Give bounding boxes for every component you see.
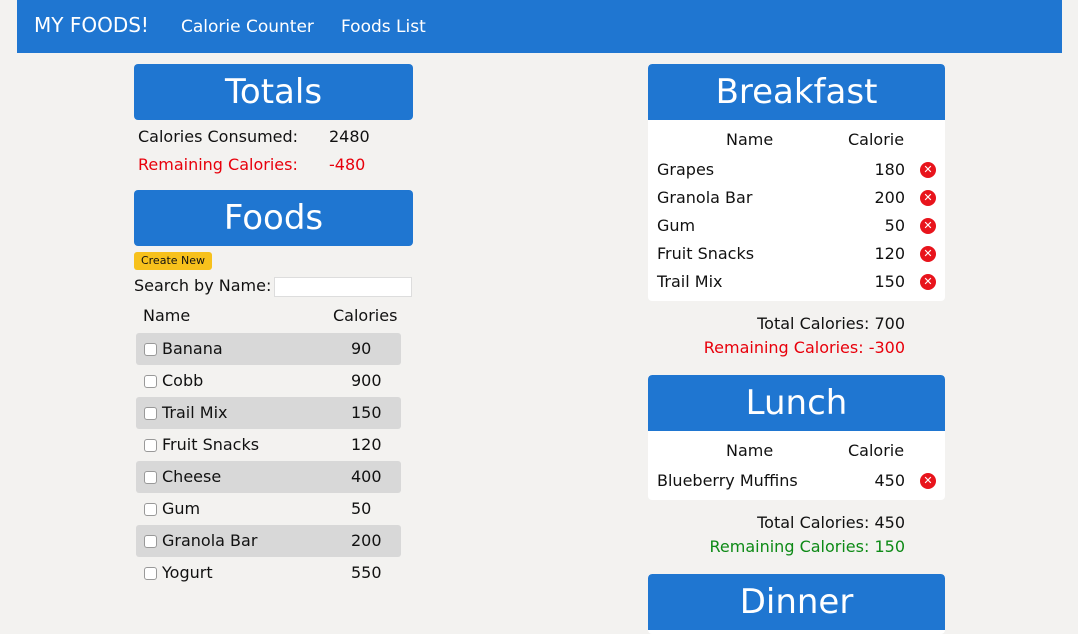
lunch-total-calories: Total Calories: 450 xyxy=(757,513,905,532)
delete-circle-icon[interactable]: ✕ xyxy=(920,274,936,290)
delete-circle-icon[interactable]: ✕ xyxy=(920,162,936,178)
meal-food-calories: 120 xyxy=(874,244,905,263)
checkbox-icon[interactable] xyxy=(144,471,157,484)
meal-food-name: Grapes xyxy=(657,160,715,179)
lunch-remaining-calories: Remaining Calories: 150 xyxy=(709,537,905,556)
checkbox-icon[interactable] xyxy=(144,439,157,452)
breakfast-name-column-header: Name xyxy=(726,130,774,149)
meal-food-calories: 150 xyxy=(874,272,905,291)
foods-header: Foods xyxy=(134,190,413,246)
food-name: Fruit Snacks xyxy=(162,435,260,454)
food-name: Cheese xyxy=(162,467,222,486)
checkbox-icon[interactable] xyxy=(144,375,157,388)
foods-calories-column-header: Calories xyxy=(333,306,398,325)
nav-link-foods-list[interactable]: Foods List xyxy=(341,17,426,37)
totals-header: Totals xyxy=(134,64,413,120)
breakfast-calorie-column-header: Calorie xyxy=(848,130,905,149)
food-row[interactable]: Banana 90 xyxy=(136,333,401,365)
meal-food-name: Granola Bar xyxy=(657,188,753,207)
remaining-calories-value: -480 xyxy=(329,155,366,174)
delete-circle-icon[interactable]: ✕ xyxy=(920,473,936,489)
delete-circle-icon[interactable]: ✕ xyxy=(920,218,936,234)
lunch-header: Lunch xyxy=(648,375,945,431)
lunch-name-column-header: Name xyxy=(726,441,774,460)
dinner-card: Dinner xyxy=(648,574,945,634)
brand-link[interactable]: MY FOODS! xyxy=(34,13,149,37)
search-by-name-input[interactable] xyxy=(274,277,412,297)
food-calories: 90 xyxy=(351,339,372,358)
meal-food-calories: 450 xyxy=(874,471,905,490)
calories-consumed-label: Calories Consumed: xyxy=(138,127,299,146)
food-row[interactable]: Yogurt 550 xyxy=(136,557,401,589)
top-navbar: MY FOODS! Calorie Counter Foods List xyxy=(17,0,1062,53)
checkbox-icon[interactable] xyxy=(144,503,157,516)
breakfast-total-calories: Total Calories: 700 xyxy=(757,314,905,333)
breakfast-item-row: Fruit Snacks 120 ✕ xyxy=(648,240,945,268)
breakfast-item-row: Gum 50 ✕ xyxy=(648,212,945,240)
checkbox-icon[interactable] xyxy=(144,535,157,548)
delete-circle-icon[interactable]: ✕ xyxy=(920,246,936,262)
food-name: Trail Mix xyxy=(162,403,228,422)
lunch-calorie-column-header: Calorie xyxy=(848,441,905,460)
food-row[interactable]: Cobb 900 xyxy=(136,365,401,397)
food-name: Granola Bar xyxy=(162,531,258,550)
food-name: Banana xyxy=(162,339,223,358)
food-calories: 120 xyxy=(351,435,382,454)
food-row[interactable]: Cheese 400 xyxy=(136,461,401,493)
checkbox-icon[interactable] xyxy=(144,407,157,420)
food-calories: 900 xyxy=(351,371,382,390)
meal-food-calories: 180 xyxy=(874,160,905,179)
food-calories: 550 xyxy=(351,563,382,582)
breakfast-card: Breakfast Name Calorie Grapes 180 ✕ Granola… xyxy=(648,64,945,301)
food-calories: 150 xyxy=(351,403,382,422)
nav-link-calorie-counter[interactable]: Calorie Counter xyxy=(181,17,314,37)
meal-food-name: Trail Mix xyxy=(657,272,723,291)
checkbox-icon[interactable] xyxy=(144,567,157,580)
foods-name-column-header: Name xyxy=(143,306,191,325)
lunch-card: Lunch Name Calorie Blueberry Muffins 450 ✕ xyxy=(648,375,945,500)
breakfast-item-row: Trail Mix 150 ✕ xyxy=(648,268,945,296)
checkbox-icon[interactable] xyxy=(144,343,157,356)
delete-circle-icon[interactable]: ✕ xyxy=(920,190,936,206)
create-new-button[interactable]: Create New xyxy=(134,252,212,270)
food-calories: 400 xyxy=(351,467,382,486)
breakfast-header: Breakfast xyxy=(648,64,945,120)
breakfast-item-row: Granola Bar 200 ✕ xyxy=(648,184,945,212)
food-row[interactable]: Fruit Snacks 120 xyxy=(136,429,401,461)
dinner-header: Dinner xyxy=(648,574,945,630)
lunch-item-row: Blueberry Muffins 450 ✕ xyxy=(648,467,945,495)
food-row[interactable]: Gum 50 xyxy=(136,493,401,525)
calories-consumed-value: 2480 xyxy=(329,127,370,146)
food-calories: 200 xyxy=(351,531,382,550)
food-row[interactable]: Trail Mix 150 xyxy=(136,397,401,429)
meal-food-name: Blueberry Muffins xyxy=(657,471,798,490)
food-row[interactable]: Granola Bar 200 xyxy=(136,525,401,557)
breakfast-item-row: Grapes 180 ✕ xyxy=(648,156,945,184)
food-name: Yogurt xyxy=(162,563,213,582)
meal-food-calories: 50 xyxy=(884,216,905,235)
search-by-name-label: Search by Name: xyxy=(134,276,272,295)
meal-food-name: Fruit Snacks xyxy=(657,244,755,263)
remaining-calories-label: Remaining Calories: xyxy=(138,155,298,174)
meal-food-calories: 200 xyxy=(874,188,905,207)
food-name: Gum xyxy=(162,499,201,518)
food-calories: 50 xyxy=(351,499,372,518)
food-name: Cobb xyxy=(162,371,204,390)
breakfast-remaining-calories: Remaining Calories: -300 xyxy=(703,338,905,357)
meal-food-name: Gum xyxy=(657,216,696,235)
